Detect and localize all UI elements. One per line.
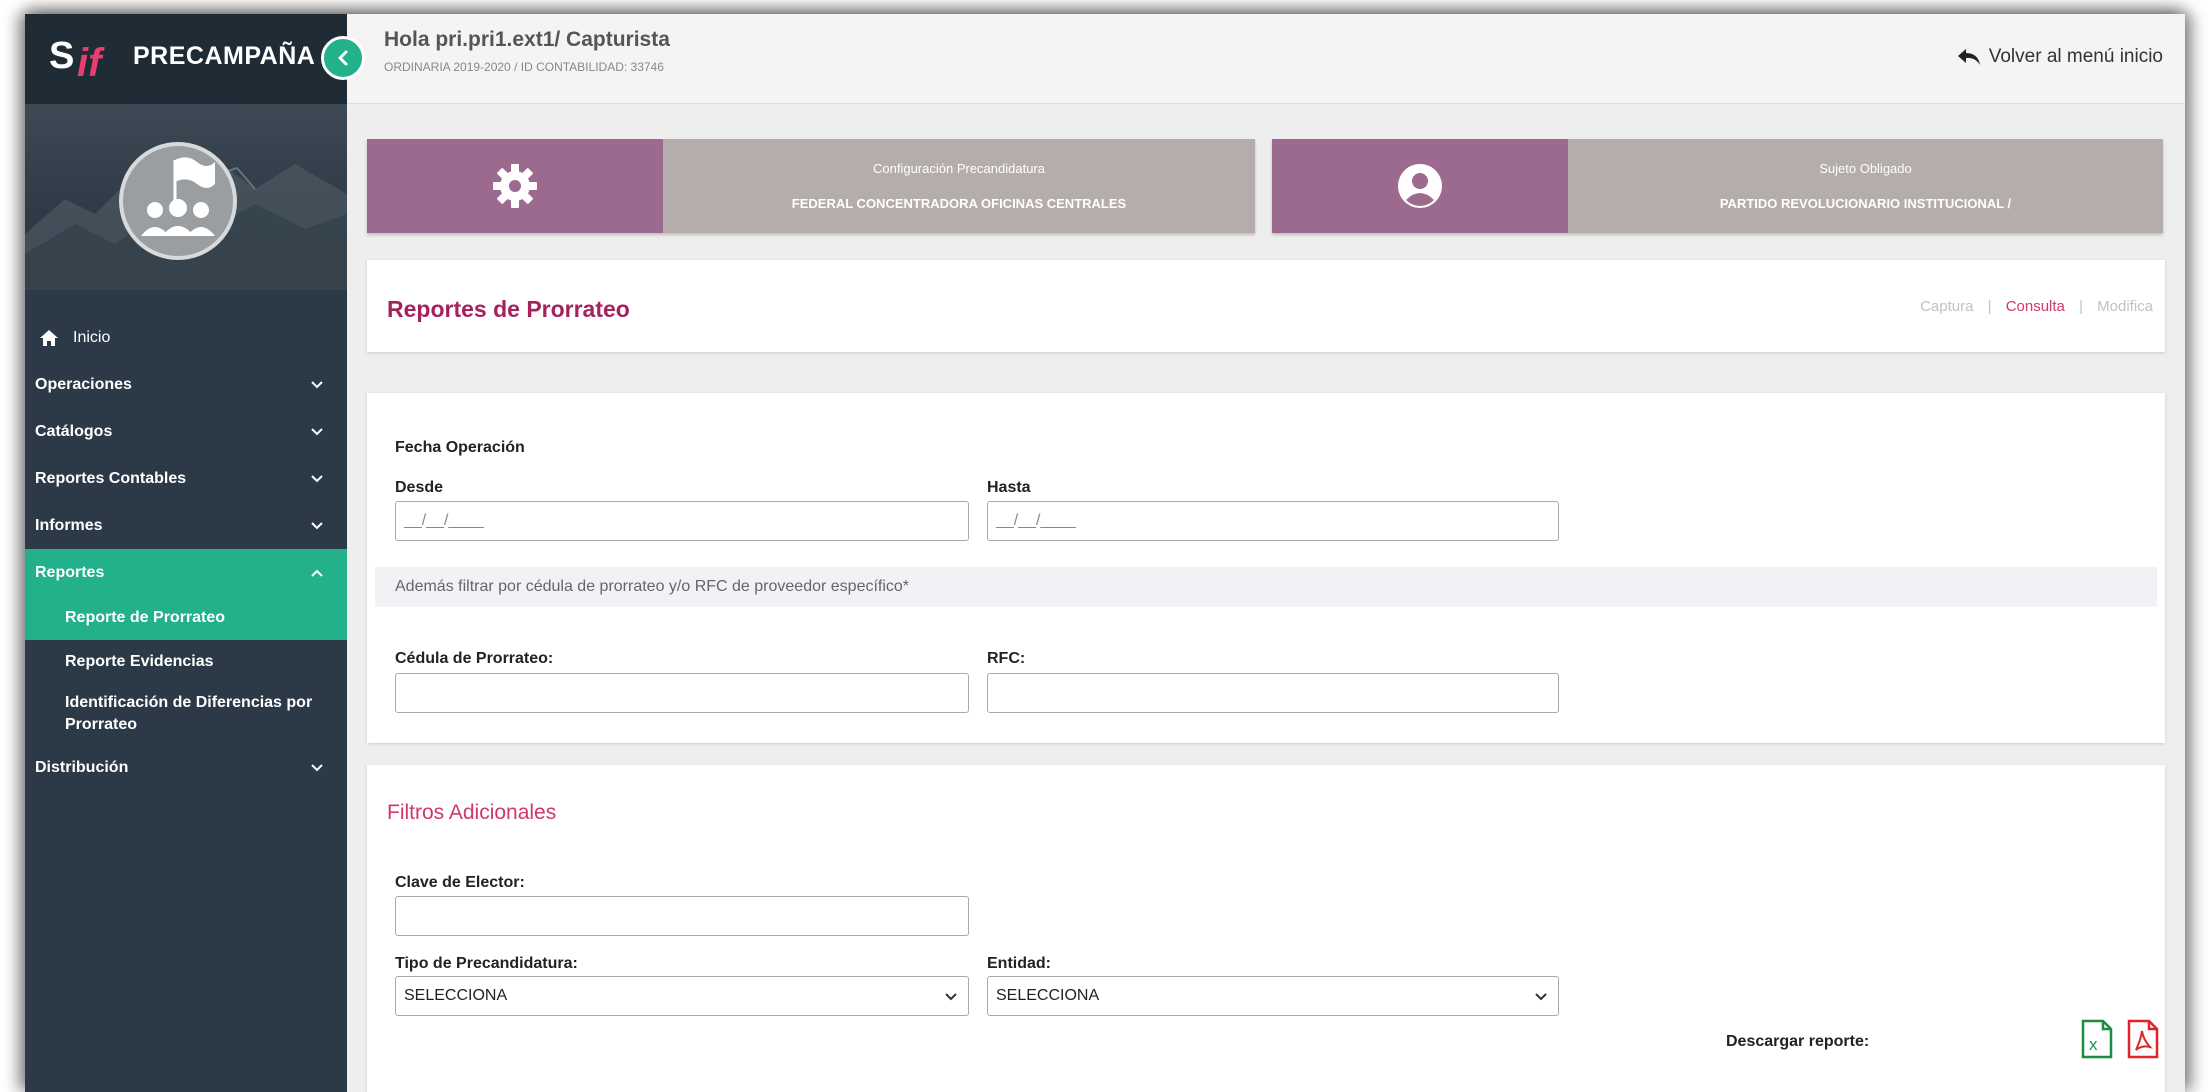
gear-icon: [493, 164, 537, 208]
hasta-label: Hasta: [987, 479, 1031, 496]
chevron-down-icon: [311, 522, 323, 530]
collapse-sidebar-button[interactable]: [321, 36, 365, 80]
sidebar-subitem-label: Identificación de Diferencias por Prorra…: [65, 694, 313, 733]
desde-label: Desde: [395, 479, 444, 496]
additional-filters-panel: Filtros Adicionales Clave de Elector: Ti…: [367, 765, 2165, 1092]
page-header-panel: Reportes de Prorrateo Captura | Consulta…: [367, 260, 2165, 352]
group-flag-icon: [141, 157, 215, 236]
back-label: Volver al menú inicio: [1988, 46, 2163, 67]
svg-text:if: if: [77, 41, 105, 85]
pdf-file-icon[interactable]: [2126, 1019, 2160, 1059]
sidebar-item-label: Distribución: [35, 758, 129, 776]
mode-captura-link[interactable]: Captura: [1920, 298, 1973, 315]
filters-title: Filtros Adicionales: [387, 801, 557, 824]
config-card-title: Configuración Precandidatura: [873, 161, 1045, 176]
user-circle-icon: [1398, 164, 1442, 208]
obligated-subject-card: Sujeto Obligado PARTIDO REVOLUCIONARIO I…: [1272, 139, 2163, 233]
sidebar-item-inicio[interactable]: Inicio: [25, 314, 347, 361]
home-icon: [40, 329, 58, 346]
top-bar: Hola pri.pri1.ext1/ Capturista ORDINARIA…: [347, 14, 2185, 104]
brand-name: PRECAMPAÑA: [133, 42, 316, 70]
clave-elector-input[interactable]: [395, 896, 969, 936]
chevron-down-icon: [311, 381, 323, 389]
sidebar-item-reportes[interactable]: Reportes: [25, 549, 347, 596]
rfc-label: RFC:: [987, 650, 1026, 667]
sif-logo: S if: [49, 35, 105, 85]
brand-bar: S if PRECAMPAÑA: [25, 14, 347, 104]
sidebar-item-label: Informes: [35, 516, 103, 534]
subject-card-title: Sujeto Obligado: [1819, 161, 1912, 176]
tipo-precandidatura-label: Tipo de Precandidatura:: [395, 955, 578, 972]
avatar: [119, 142, 237, 260]
chevron-left-icon: [338, 50, 348, 66]
mode-links: Captura | Consulta | Modifica: [1920, 298, 2153, 315]
entidad-select[interactable]: SELECCIONA: [987, 976, 1559, 1016]
entidad-label: Entidad:: [987, 955, 1051, 972]
tipo-precandidatura-value: SELECCIONA: [404, 987, 508, 1004]
hasta-date-input[interactable]: __/__/____: [987, 501, 1559, 541]
screen: S if PRECAMPAÑA Inicio Operaciones Catál…: [0, 0, 2208, 1092]
chevron-down-icon: [311, 475, 323, 483]
sidebar-subitem-reporte-prorrateo[interactable]: Reporte de Prorrateo: [25, 596, 347, 640]
sidebar-menu: Inicio Operaciones Catálogos Reportes Co…: [25, 314, 347, 791]
sidebar-item-label: Inicio: [73, 328, 111, 346]
cedula-label: Cédula de Prorrateo:: [395, 650, 554, 667]
config-card: Configuración Precandidatura FEDERAL CON…: [367, 139, 1255, 233]
sidebar-item-label: Reportes: [35, 563, 105, 581]
mode-modifica-link[interactable]: Modifica: [2097, 298, 2153, 315]
mode-separator: |: [2079, 298, 2083, 315]
filter-note: Además filtrar por cédula de prorrateo y…: [375, 567, 2157, 607]
chevron-down-icon: [311, 428, 323, 436]
sidebar-subitem-diferencias-prorrateo[interactable]: Identificación de Diferencias por Prorra…: [25, 684, 347, 744]
app-window: S if PRECAMPAÑA Inicio Operaciones Catál…: [25, 14, 2185, 1092]
excel-file-icon[interactable]: x: [2080, 1019, 2114, 1059]
sidebar-subitem-reporte-evidencias[interactable]: Reporte Evidencias: [25, 640, 347, 684]
sidebar-subitem-label: Reporte de Prorrateo: [65, 609, 226, 626]
mode-separator: |: [1987, 298, 1992, 315]
chevron-down-icon: [1535, 993, 1547, 1001]
mode-consulta-link[interactable]: Consulta: [2006, 298, 2065, 315]
sidebar-item-informes[interactable]: Informes: [25, 502, 347, 549]
entidad-value: SELECCIONA: [996, 987, 1100, 1004]
chevron-up-icon: [311, 569, 323, 577]
svg-text:S: S: [49, 35, 74, 77]
sidebar-item-label: Operaciones: [35, 375, 132, 393]
config-card-icon-box: [367, 139, 663, 233]
reply-arrow-icon: [1957, 49, 1980, 65]
sidebar-banner: [25, 104, 347, 290]
back-to-menu-link[interactable]: Volver al menú inicio: [1957, 46, 2163, 68]
config-card-text: Configuración Precandidatura FEDERAL CON…: [663, 139, 1255, 233]
page-title: Reportes de Prorrateo: [387, 296, 630, 322]
chevron-down-icon: [945, 993, 957, 1001]
subject-card-value: PARTIDO REVOLUCIONARIO INSTITUCIONAL /: [1719, 196, 2012, 211]
sidebar-item-distribucion[interactable]: Distribución: [25, 744, 347, 791]
date-filter-panel: Fecha Operación Desde Hasta __/__/____ _…: [367, 393, 2165, 743]
sidebar-item-reportes-contables[interactable]: Reportes Contables: [25, 455, 347, 502]
sidebar: S if PRECAMPAÑA Inicio Operaciones Catál…: [25, 14, 365, 1092]
process-info: ORDINARIA 2019-2020 / ID CONTABILIDAD: 3…: [384, 60, 664, 74]
sidebar-item-label: Reportes Contables: [35, 469, 187, 487]
main-content: Hola pri.pri1.ext1/ Capturista ORDINARIA…: [347, 14, 2185, 1092]
subject-card-text: Sujeto Obligado PARTIDO REVOLUCIONARIO I…: [1568, 139, 2163, 233]
fecha-operacion-label: Fecha Operación: [395, 439, 525, 456]
subject-card-icon-box: [1272, 139, 1568, 233]
cedula-input[interactable]: [395, 673, 969, 713]
clave-elector-label: Clave de Elector:: [395, 874, 525, 891]
svg-text:x: x: [2089, 1035, 2098, 1054]
sidebar-item-catalogos[interactable]: Catálogos: [25, 408, 347, 455]
rfc-input[interactable]: [987, 673, 1559, 713]
desde-date-input[interactable]: __/__/____: [395, 501, 969, 541]
sidebar-item-operaciones[interactable]: Operaciones: [25, 361, 347, 408]
sidebar-subitem-label: Reporte Evidencias: [65, 653, 214, 670]
user-greeting: Hola pri.pri1.ext1/ Capturista: [384, 28, 670, 51]
config-card-value: FEDERAL CONCENTRADORA OFICINAS CENTRALES: [791, 196, 1127, 211]
download-report-label: Descargar reporte:: [1726, 1033, 1870, 1050]
sidebar-item-label: Catálogos: [35, 422, 113, 440]
chevron-down-icon: [311, 764, 323, 772]
tipo-precandidatura-select[interactable]: SELECCIONA: [395, 976, 969, 1016]
